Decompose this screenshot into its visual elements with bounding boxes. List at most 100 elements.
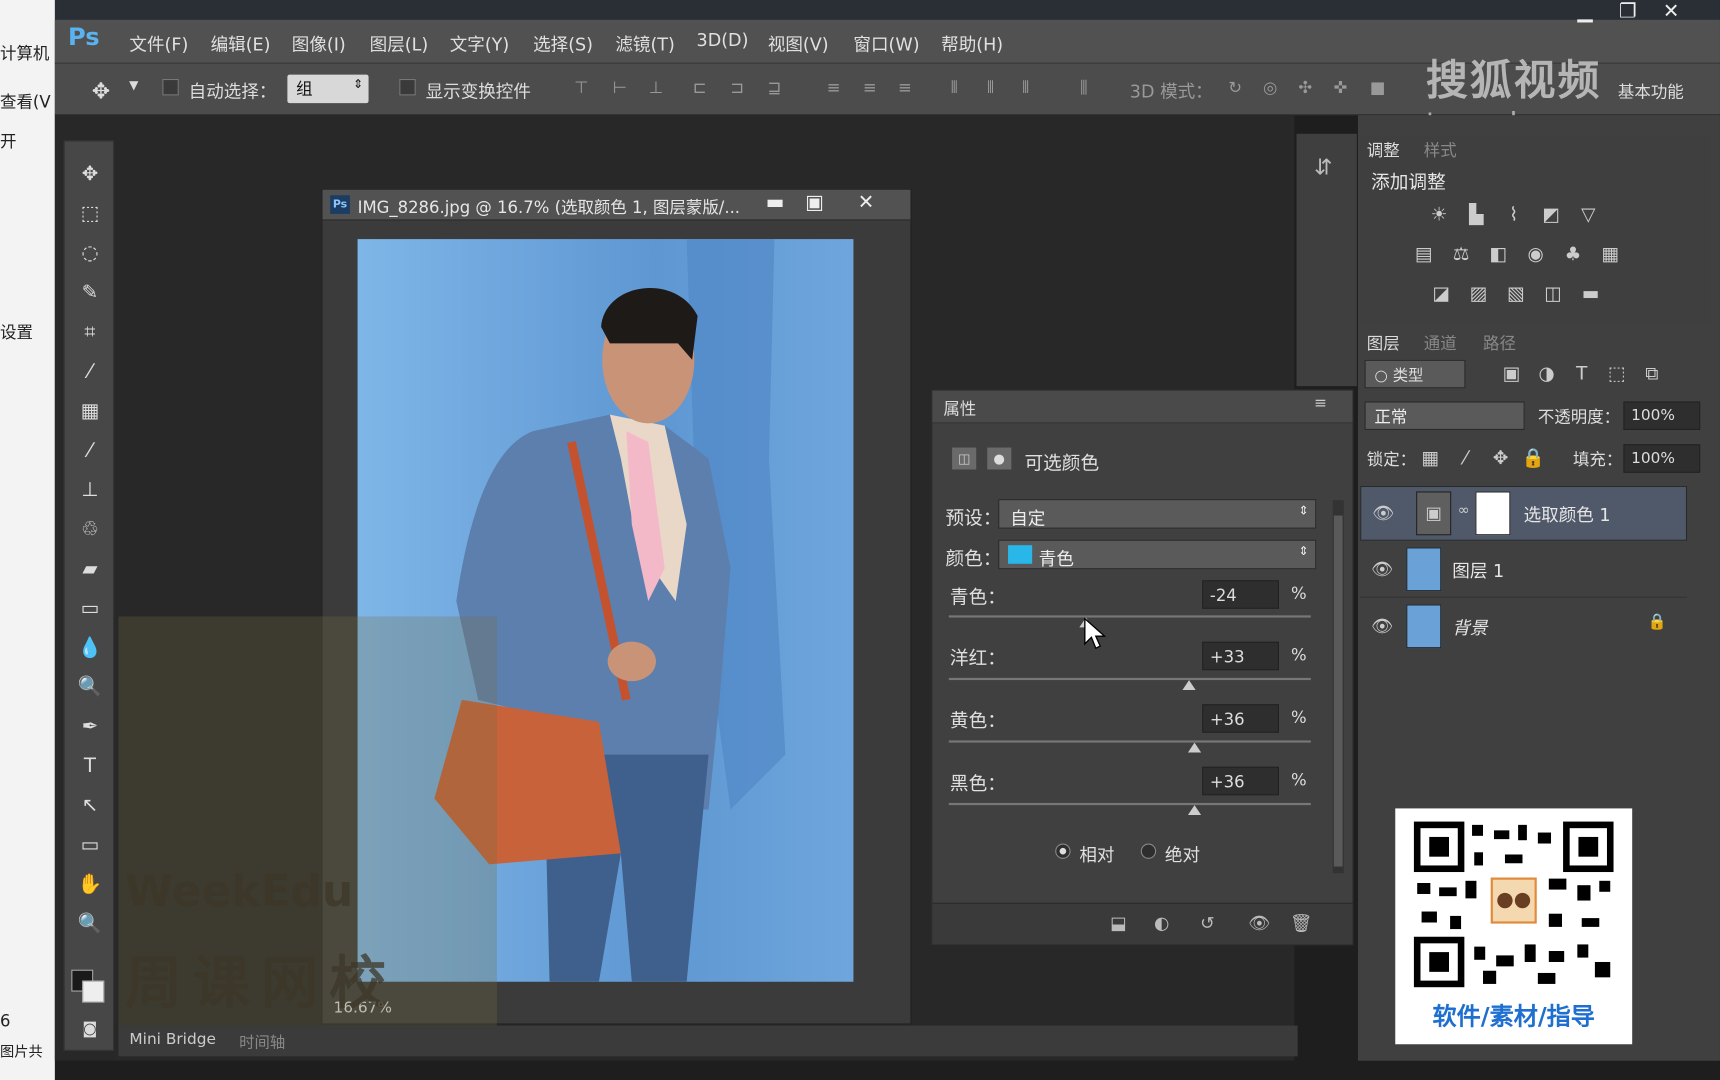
distribute-vcenter-icon[interactable]: ≡: [859, 78, 881, 100]
layer-filter-dropdown[interactable]: ○ 类型: [1364, 359, 1466, 389]
panel-menu-icon[interactable]: ≡: [1314, 395, 1327, 413]
tab-adjustments[interactable]: 调整: [1367, 138, 1400, 161]
tab-styles[interactable]: 样式: [1424, 138, 1457, 161]
gradient-map-icon[interactable]: ▬: [1577, 283, 1603, 307]
menu-3d[interactable]: 3D(D): [697, 30, 749, 51]
slider-track[interactable]: [948, 615, 1311, 618]
reset-icon[interactable]: ↺: [1200, 913, 1215, 934]
opacity-field[interactable]: 100%: [1623, 401, 1701, 430]
menu-type[interactable]: 文字(Y): [450, 30, 510, 56]
healing-brush-tool-icon[interactable]: ▦: [73, 396, 106, 427]
distribute-top-icon[interactable]: ≡: [823, 78, 845, 100]
menu-view[interactable]: 视图(V): [768, 30, 829, 56]
visibility-eye-icon[interactable]: 👁: [1248, 913, 1270, 934]
background-color-swatch[interactable]: [82, 980, 105, 1003]
layer-row-background[interactable]: 👁 背景 🔒: [1360, 600, 1687, 655]
bg-item[interactable]: 查看(V: [0, 90, 51, 113]
lock-all-icon[interactable]: 🔒: [1520, 448, 1546, 472]
align-bottom-icon[interactable]: ⊥: [645, 78, 667, 100]
mask-icon[interactable]: ●: [987, 447, 1012, 470]
relative-radio[interactable]: [1055, 843, 1071, 859]
timeline-tab[interactable]: 时间轴: [239, 1031, 285, 1053]
layer-mask-thumbnail[interactable]: [1475, 491, 1511, 536]
filter-smart-icon[interactable]: ⧉: [1639, 363, 1665, 387]
align-left-icon[interactable]: ⊏: [689, 78, 711, 100]
visibility-eye-icon[interactable]: 👁: [1372, 502, 1394, 523]
lock-transparent-icon[interactable]: ▦: [1417, 448, 1443, 472]
doc-maximize-icon[interactable]: ▣: [805, 191, 824, 214]
menu-select[interactable]: 选择(S): [533, 30, 593, 56]
distribute-hcenter-icon[interactable]: ⦀: [980, 78, 1002, 100]
distribute-left-icon[interactable]: ⦀: [943, 78, 965, 100]
close-icon[interactable]: ✕: [1663, 0, 1680, 23]
mini-bridge-tab[interactable]: Mini Bridge: [129, 1031, 215, 1049]
properties-scrollbar[interactable]: [1332, 500, 1344, 874]
curves-icon[interactable]: ⌇: [1501, 204, 1527, 228]
selective-color-icon[interactable]: ◫: [1540, 283, 1566, 307]
pen-tool-icon[interactable]: ✒: [73, 712, 106, 743]
align-right-icon[interactable]: ⊒: [763, 78, 785, 100]
dodge-tool-icon[interactable]: 🔍: [73, 672, 106, 703]
auto-select-dropdown[interactable]: 组 ⇕: [287, 74, 369, 104]
minimize-icon[interactable]: ▁: [1577, 0, 1592, 23]
align-vcenter-icon[interactable]: ⊢: [609, 78, 631, 100]
menu-file[interactable]: 文件(F): [129, 30, 188, 56]
blend-mode-dropdown[interactable]: 正常: [1364, 401, 1525, 430]
bg-item[interactable]: 开: [0, 129, 16, 152]
crop-tool-icon[interactable]: ⌗: [73, 317, 106, 348]
slider-value-field[interactable]: +33: [1202, 641, 1279, 671]
hand-tool-icon[interactable]: ✋: [73, 870, 106, 901]
show-transform-checkbox[interactable]: [399, 78, 416, 96]
slider-thumb[interactable]: [1188, 805, 1202, 815]
brush-tool-icon[interactable]: ⁄: [73, 435, 106, 466]
tab-layers[interactable]: 图层: [1367, 331, 1400, 354]
align-hcenter-icon[interactable]: ⊐: [726, 78, 748, 100]
auto-align-icon[interactable]: ⫼: [1073, 78, 1095, 100]
color-lookup-icon[interactable]: ▦: [1597, 244, 1623, 268]
lasso-tool-icon[interactable]: ◌: [73, 238, 106, 269]
black-white-icon[interactable]: ◧: [1485, 244, 1511, 268]
lock-position-icon[interactable]: ✥: [1487, 448, 1513, 472]
shape-tool-icon[interactable]: ▭: [73, 830, 106, 861]
quick-mask-icon[interactable]: ◙: [73, 1014, 106, 1045]
filter-shape-icon[interactable]: ⬚: [1604, 363, 1630, 387]
photo-filter-icon[interactable]: ◉: [1522, 244, 1548, 268]
levels-icon[interactable]: ▙: [1463, 204, 1489, 228]
type-tool-icon[interactable]: T: [73, 751, 106, 782]
marquee-tool-icon[interactable]: ⬚: [73, 199, 106, 230]
slider-track[interactable]: [948, 802, 1311, 806]
gradient-tool-icon[interactable]: ▭: [73, 593, 106, 624]
menu-layer[interactable]: 图层(L): [370, 30, 429, 56]
distribute-bottom-icon[interactable]: ≡: [894, 78, 916, 100]
quick-select-tool-icon[interactable]: ✎: [73, 278, 106, 309]
menu-image[interactable]: 图像(I): [292, 30, 346, 56]
slider-thumb[interactable]: [1182, 680, 1197, 690]
filter-type-icon[interactable]: T: [1569, 363, 1595, 387]
scale-3d-icon[interactable]: ■: [1367, 78, 1389, 100]
channel-mixer-icon[interactable]: ♣: [1560, 244, 1586, 268]
exposure-icon[interactable]: ◩: [1538, 204, 1564, 228]
clip-to-layer-icon[interactable]: ⬓: [1110, 913, 1127, 934]
color-balance-icon[interactable]: ⚖: [1448, 244, 1474, 268]
rotate-3d-icon[interactable]: ↻: [1224, 78, 1246, 100]
tab-paths[interactable]: 路径: [1483, 331, 1516, 354]
menu-window[interactable]: 窗口(W): [853, 30, 919, 56]
tab-channels[interactable]: 通道: [1424, 331, 1457, 354]
link-icon[interactable]: ∞: [1458, 502, 1470, 518]
threshold-icon[interactable]: ▧: [1503, 283, 1529, 307]
history-panel-icon[interactable]: ⇵: [1314, 154, 1332, 180]
align-top-icon[interactable]: ⊤: [570, 78, 592, 100]
drag-3d-icon[interactable]: ✣: [1294, 78, 1316, 100]
eyedropper-tool-icon[interactable]: ⁄: [73, 356, 106, 387]
view-previous-icon[interactable]: ◐: [1154, 913, 1169, 934]
posterize-icon[interactable]: ▨: [1465, 283, 1491, 307]
auto-select-checkbox[interactable]: [162, 78, 179, 96]
move-tool-icon[interactable]: ✥: [73, 159, 106, 190]
zoom-tool-icon[interactable]: 🔍: [73, 909, 106, 940]
bg-item[interactable]: 设置: [0, 320, 33, 343]
clone-stamp-tool-icon[interactable]: ⊥: [73, 475, 106, 506]
history-brush-tool-icon[interactable]: ♲: [73, 514, 106, 545]
blur-tool-icon[interactable]: 💧: [73, 633, 106, 664]
brightness-icon[interactable]: ☀: [1426, 204, 1452, 228]
move-tool-icon[interactable]: ✥: [90, 78, 112, 104]
